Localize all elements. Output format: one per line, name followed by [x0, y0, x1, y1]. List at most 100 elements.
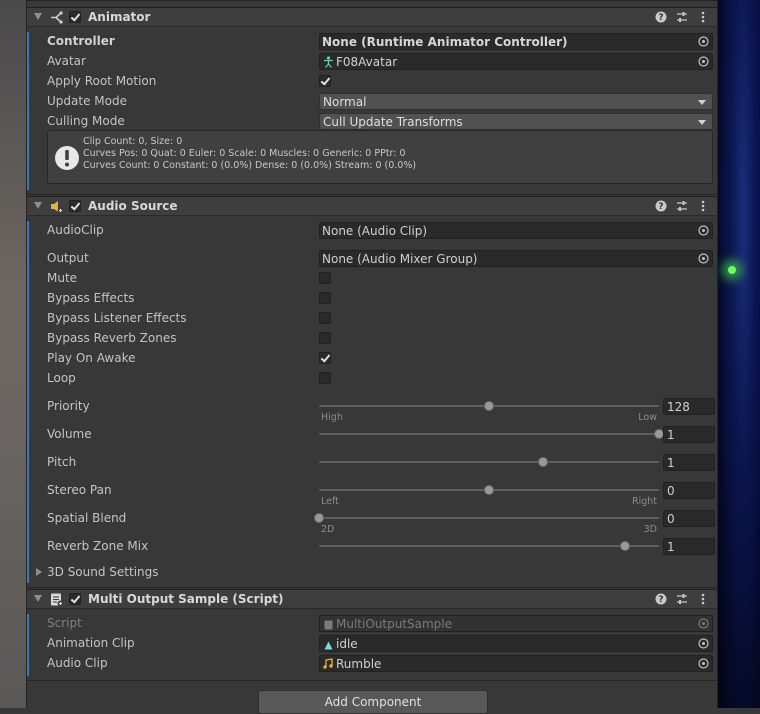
chevron-down-icon [698, 120, 706, 125]
avatar-field[interactable]: F08Avatar [319, 53, 713, 70]
bypass-listener-effects-checkbox[interactable] [319, 312, 331, 324]
audioclip-label: AudioClip [47, 223, 104, 237]
warning-icon [54, 145, 80, 174]
foldout-arrow-icon[interactable] [34, 202, 42, 209]
audioclip-field[interactable]: None (Audio Clip) [319, 222, 713, 239]
spatial-blend-label: Spatial Blend [47, 511, 127, 525]
spatial-blend-value-field[interactable]: 0 [663, 510, 715, 527]
stereo-pan-value-field[interactable]: 0 [663, 482, 715, 499]
animator-component-icon [49, 10, 64, 25]
mute-row: Mute [27, 270, 717, 288]
mute-checkbox[interactable] [319, 272, 331, 284]
help-icon[interactable]: ? [655, 592, 667, 606]
stereo-pan-hint-right: Right [631, 496, 657, 507]
loop-checkbox[interactable] [319, 372, 331, 384]
animator-enabled-checkbox[interactable] [69, 11, 81, 23]
spatial-blend-slider[interactable] [314, 509, 659, 527]
apply-root-motion-row: Apply Root Motion [27, 73, 717, 91]
priority-value: 128 [667, 400, 690, 414]
volume-slider[interactable] [319, 425, 664, 443]
pitch-row: Pitch 1 [27, 454, 717, 472]
slider-thumb[interactable] [314, 513, 324, 523]
multi-output-enabled-checkbox[interactable] [69, 593, 81, 605]
slider-track [319, 545, 659, 547]
pitch-value: 1 [667, 456, 675, 470]
svg-text:?: ? [658, 595, 663, 605]
audio-source-header[interactable]: Audio Source ? [27, 196, 717, 216]
animation-clip-field[interactable]: idle [319, 635, 713, 652]
object-picker-icon[interactable] [698, 56, 709, 67]
stereo-pan-slider[interactable] [319, 481, 659, 499]
stereo-pan-value: 0 [667, 484, 675, 498]
slider-thumb[interactable] [620, 541, 630, 551]
pitch-label: Pitch [47, 455, 77, 469]
presets-icon[interactable] [676, 10, 688, 24]
avatar-row: Avatar F08Avatar [27, 53, 717, 71]
multi-output-title: Multi Output Sample (Script) [88, 592, 284, 606]
stereo-pan-row: Stereo Pan 0 Left Right [27, 481, 717, 507]
update-mode-dropdown[interactable]: Normal [319, 93, 713, 110]
animator-header[interactable]: Animator ? [27, 7, 717, 27]
context-menu-icon[interactable] [697, 199, 709, 213]
context-menu-icon[interactable] [697, 592, 709, 606]
divider [27, 680, 717, 681]
bypass-effects-label: Bypass Effects [47, 291, 135, 305]
audio-source-component-icon [49, 199, 64, 214]
spatial-blend-hint-right: 3D [643, 524, 657, 535]
controller-value: None (Runtime Animator Controller) [322, 35, 568, 49]
bypass-reverb-zones-row: Bypass Reverb Zones [27, 330, 717, 348]
audio-source-enabled-checkbox[interactable] [69, 200, 81, 212]
update-mode-label: Update Mode [47, 94, 127, 108]
volume-value-field[interactable]: 1 [663, 426, 715, 443]
priority-row: Priority 128 High Low [27, 397, 717, 423]
apply-root-motion-checkbox[interactable] [319, 75, 331, 87]
svg-text:?: ? [658, 13, 663, 23]
play-on-awake-checkbox[interactable] [319, 352, 331, 364]
object-picker-icon[interactable] [698, 36, 709, 47]
foldout-arrow-icon[interactable] [34, 595, 42, 602]
bypass-reverb-zones-checkbox[interactable] [319, 332, 331, 344]
presets-icon[interactable] [676, 592, 688, 606]
context-menu-icon[interactable] [697, 10, 709, 24]
presets-icon[interactable] [676, 199, 688, 213]
help-icon[interactable]: ? [655, 10, 667, 24]
output-field[interactable]: None (Audio Mixer Group) [319, 250, 713, 267]
audio-clip-field[interactable]: Rumble [319, 655, 713, 672]
priority-value-field[interactable]: 128 [663, 398, 715, 415]
animation-clip-row: Animation Clip idle [27, 635, 717, 653]
help-icon[interactable]: ? [655, 199, 667, 213]
loop-row: Loop [27, 370, 717, 388]
object-picker-icon[interactable] [698, 225, 709, 236]
multi-output-header[interactable]: Multi Output Sample (Script) ? [27, 589, 717, 609]
stereo-pan-label: Stereo Pan [47, 483, 112, 497]
bypass-reverb-zones-label: Bypass Reverb Zones [47, 331, 177, 345]
chevron-right-icon[interactable] [36, 568, 42, 576]
foldout-arrow-icon[interactable] [34, 13, 42, 20]
loop-label: Loop [47, 371, 76, 385]
pitch-value-field[interactable]: 1 [663, 454, 715, 471]
reverb-zone-mix-value-field[interactable]: 1 [663, 538, 715, 555]
avatar-value: F08Avatar [336, 55, 398, 69]
slider-thumb[interactable] [484, 485, 494, 495]
spatial-blend-hint-left: 2D [321, 524, 335, 535]
bypass-effects-row: Bypass Effects [27, 290, 717, 308]
divider [27, 194, 717, 195]
stereo-pan-hint-left: Left [321, 496, 339, 507]
reverb-zone-mix-slider[interactable] [319, 537, 659, 555]
bypass-effects-checkbox[interactable] [319, 292, 331, 304]
3d-sound-settings-foldout[interactable]: 3D Sound Settings [27, 564, 717, 582]
add-component-button[interactable]: Add Component [258, 690, 488, 714]
slider-thumb[interactable] [484, 401, 494, 411]
pitch-slider[interactable] [319, 453, 659, 471]
object-picker-icon[interactable] [698, 638, 709, 649]
slider-track [319, 433, 659, 435]
object-picker-icon[interactable] [698, 253, 709, 264]
object-picker-icon[interactable] [698, 658, 709, 669]
spatial-blend-row: Spatial Blend 0 2D 3D [27, 509, 717, 535]
culling-mode-dropdown[interactable]: Cull Update Transforms [319, 113, 713, 130]
slider-thumb[interactable] [538, 457, 549, 467]
reverb-zone-mix-row: Reverb Zone Mix 1 [27, 538, 717, 556]
animation-clip-label: Animation Clip [47, 636, 135, 650]
priority-slider[interactable] [319, 397, 659, 415]
controller-field[interactable]: None (Runtime Animator Controller) [319, 33, 713, 50]
